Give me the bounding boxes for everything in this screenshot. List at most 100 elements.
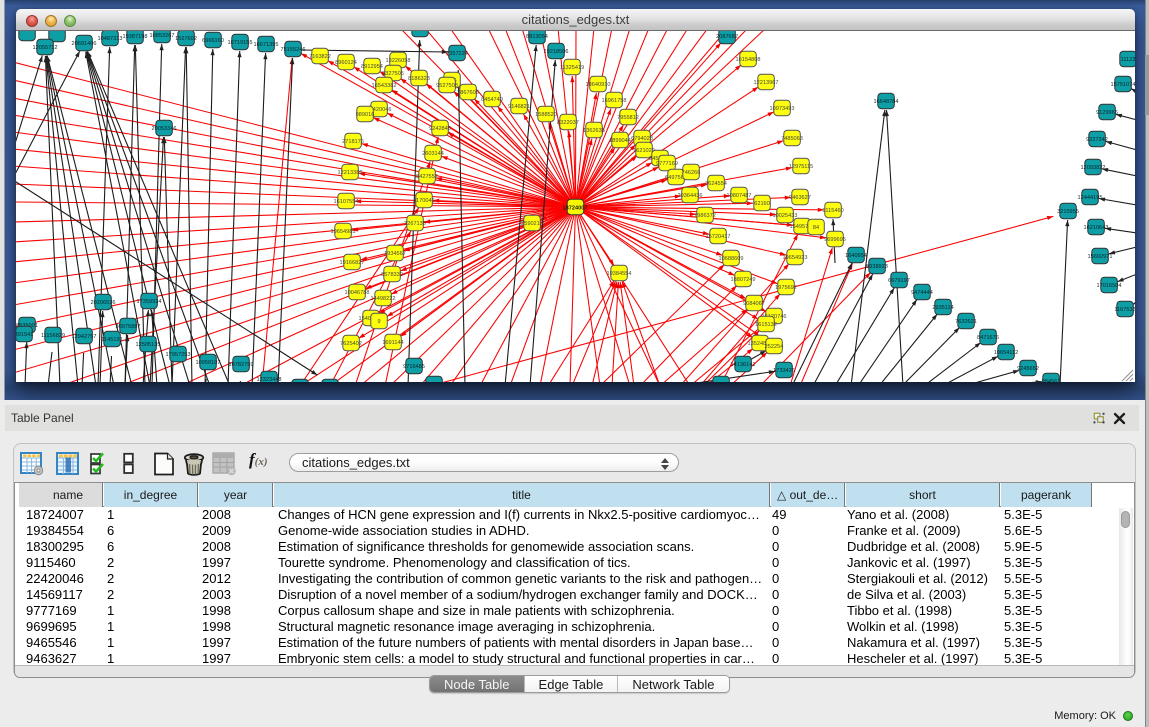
svg-text:8578330: 8578330 (381, 272, 403, 278)
svg-text:10654112: 10654112 (994, 350, 1018, 356)
svg-text:16961758: 16961758 (602, 98, 627, 104)
svg-text:8471676: 8471676 (977, 335, 999, 341)
svg-text:9227342: 9227342 (1086, 137, 1108, 143)
svg-text:20206536: 20206536 (91, 300, 116, 306)
svg-text:2590215: 2590215 (521, 221, 543, 227)
svg-text:11156829: 11156829 (41, 333, 65, 339)
svg-text:7955812: 7955812 (617, 115, 639, 121)
svg-text:9245652: 9245652 (1017, 366, 1039, 372)
svg-text:9474444: 9474444 (911, 290, 933, 296)
svg-text:9: 9 (377, 319, 380, 325)
svg-text:1527602: 1527602 (175, 36, 197, 42)
svg-text:1588520: 1588520 (535, 112, 557, 118)
svg-text:16154808: 16154808 (736, 57, 761, 63)
svg-text:1615132: 1615132 (755, 322, 777, 328)
svg-text:1145191: 1145191 (101, 337, 122, 343)
svg-text:9129966: 9129966 (1096, 110, 1118, 116)
svg-text:12093822: 12093822 (1081, 165, 1106, 171)
svg-text:2718176: 2718176 (342, 139, 364, 145)
svg-text:7357224: 7357224 (446, 51, 468, 57)
svg-text:8912954: 8912954 (361, 64, 383, 70)
svg-text:3267130: 3267130 (404, 221, 426, 227)
svg-text:16033809: 16033809 (408, 31, 433, 33)
svg-text:62160: 62160 (754, 201, 770, 207)
svg-text:7485063: 7485063 (781, 136, 803, 142)
svg-text:12942757: 12942757 (72, 334, 97, 340)
svg-text:16648784: 16648784 (874, 99, 899, 105)
svg-text:8322037: 8322037 (557, 120, 579, 126)
svg-text:9777169: 9777169 (656, 161, 678, 167)
svg-text:3215955: 3215955 (1057, 209, 1079, 215)
svg-text:16210643: 16210643 (1084, 225, 1109, 231)
svg-text:8938923: 8938923 (866, 264, 888, 270)
svg-text:16107554: 16107554 (334, 199, 359, 205)
svg-text:9146821: 9146821 (508, 104, 530, 110)
svg-text:2087682: 2087682 (716, 34, 738, 40)
svg-text:19654923: 19654923 (783, 255, 808, 261)
svg-text:17359934: 17359934 (137, 299, 162, 305)
svg-text:10046788: 10046788 (345, 290, 370, 296)
svg-text:19218506: 19218506 (544, 49, 569, 55)
svg-text:1934567: 1934567 (384, 251, 406, 257)
svg-text:2603144: 2603144 (422, 151, 444, 157)
svg-text:20364436: 20364436 (678, 193, 703, 199)
svg-text:7986372: 7986372 (694, 213, 716, 219)
svg-text:9463627: 9463627 (789, 195, 811, 201)
svg-text:16543382: 16543382 (372, 83, 397, 89)
svg-text:15751074: 15751074 (1111, 82, 1135, 88)
svg-text:11123: 11123 (1121, 57, 1135, 63)
svg-text:6794028: 6794028 (631, 136, 653, 142)
svg-text:984561: 984561 (1042, 379, 1061, 382)
svg-text:8427552: 8427552 (416, 174, 438, 180)
svg-text:19387198: 19387198 (123, 34, 148, 40)
svg-text:9699695: 9699695 (824, 237, 846, 243)
svg-text:14498222: 14498222 (371, 296, 396, 302)
svg-text:20053346: 20053346 (152, 126, 177, 132)
svg-text:1170046: 1170046 (413, 198, 434, 204)
svg-text:11325419: 11325419 (560, 65, 584, 71)
svg-text:12055712: 12055712 (33, 45, 58, 51)
svg-text:1640954: 1640954 (845, 253, 867, 259)
svg-text:1733426: 1733426 (773, 368, 795, 374)
svg-text:989016: 989016 (356, 112, 375, 118)
svg-text:18724007: 18724007 (563, 206, 588, 212)
svg-text:10025433: 10025433 (773, 213, 798, 219)
svg-text:746266: 746266 (682, 170, 701, 176)
svg-text:8813054: 8813054 (526, 34, 548, 40)
svg-text:6679197: 6679197 (888, 278, 910, 284)
svg-text:9084067: 9084067 (743, 301, 765, 307)
svg-text:10973493: 10973493 (770, 106, 795, 112)
svg-text:19166827: 19166827 (340, 260, 365, 266)
svg-text:7632621: 7632621 (955, 319, 977, 325)
svg-text:10688609: 10688609 (719, 256, 744, 262)
svg-text:18640910: 18640910 (586, 82, 611, 88)
svg-text:84: 84 (813, 225, 819, 231)
svg-text:19384554: 19384554 (607, 271, 632, 277)
svg-text:8454749: 8454749 (481, 97, 503, 103)
svg-text:1975692: 1975692 (775, 285, 797, 291)
svg-text:16671355: 16671355 (254, 42, 279, 48)
svg-text:10487313: 10487313 (98, 36, 123, 42)
svg-text:12213967: 12213967 (754, 80, 779, 86)
svg-text:15720417: 15720417 (706, 234, 731, 240)
svg-text:19654985: 19654985 (331, 229, 356, 235)
svg-text:391541: 391541 (16, 332, 33, 338)
svg-text:9327505: 9327505 (382, 71, 404, 77)
svg-text:8960124: 8960124 (335, 60, 357, 66)
svg-text:12444195: 12444195 (1078, 195, 1103, 201)
svg-text:15692971: 15692971 (1088, 254, 1113, 260)
svg-text:10958107: 10958107 (196, 360, 221, 366)
svg-text:10807487: 10807487 (727, 193, 752, 199)
svg-text:9527508: 9527508 (436, 83, 458, 89)
svg-text:10853267: 10853267 (150, 33, 175, 39)
svg-text:9115460: 9115460 (822, 208, 843, 214)
svg-text:8186323: 8186323 (408, 76, 430, 82)
svg-text:7625402: 7625402 (340, 341, 362, 347)
svg-text:252254: 252254 (765, 344, 784, 350)
svg-text:7163822: 7163822 (309, 54, 331, 60)
svg-text:6966160: 6966160 (202, 38, 224, 44)
svg-text:16782759: 16782759 (229, 362, 254, 368)
svg-text:1167533: 1167533 (1114, 307, 1135, 313)
svg-text:9716485: 9716485 (403, 364, 425, 370)
svg-text:9242848: 9242848 (429, 126, 451, 132)
